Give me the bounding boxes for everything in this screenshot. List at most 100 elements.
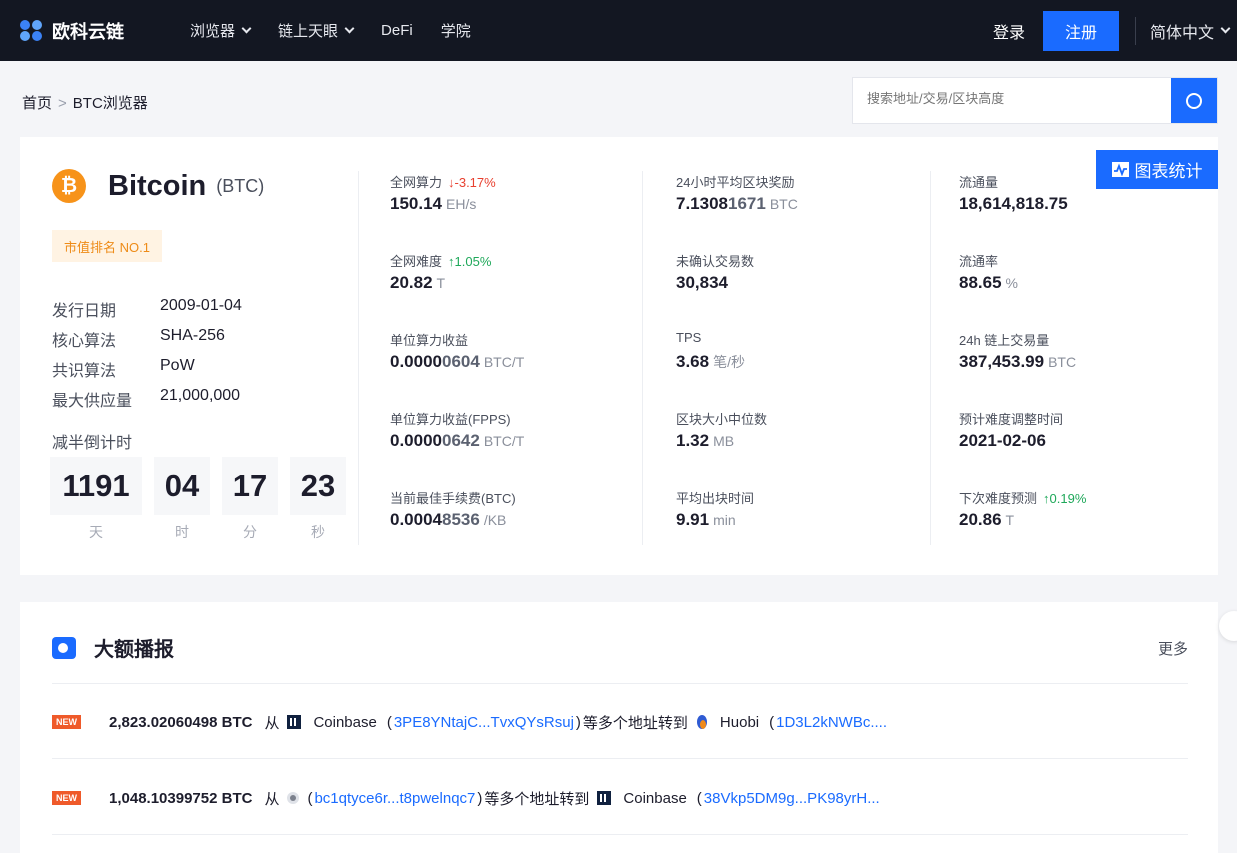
info-value: 2009-01-04 bbox=[160, 297, 242, 314]
coin-header: ₿ Bitcoin (BTC) bbox=[52, 169, 264, 203]
stat-value: 88.65% bbox=[959, 273, 1086, 293]
from-exchange: Coinbase bbox=[313, 713, 377, 731]
stat-label-text: 流通量 bbox=[959, 175, 999, 190]
breadcrumb-home[interactable]: 首页 bbox=[22, 95, 52, 112]
stat-label: 流通率 bbox=[959, 251, 1086, 269]
stat-value: 0.00000642 BTC/T bbox=[390, 431, 524, 451]
logo-text: 欧科云链 bbox=[52, 21, 124, 42]
stat-value-main: 30,834 bbox=[676, 273, 728, 292]
stat-item: TPS 3.68 笔/秒 bbox=[676, 330, 798, 409]
chevron-down-icon bbox=[241, 23, 252, 34]
search-input[interactable] bbox=[867, 91, 1157, 106]
stat-value: 1.32 MB bbox=[676, 431, 798, 451]
stat-value-main: 387,453.99 bbox=[959, 352, 1045, 371]
stat-item: 单位算力收益(FPPS) 0.00000642 BTC/T bbox=[390, 409, 524, 488]
stat-label: 流通量 bbox=[959, 172, 1086, 190]
stat-label-text: 单位算力收益(FPPS) bbox=[390, 412, 511, 427]
info-row: 发行日期 2009-01-04 bbox=[52, 297, 242, 327]
stat-label: 未确认交易数 bbox=[676, 251, 798, 269]
register-button[interactable]: 注册 bbox=[1042, 10, 1119, 51]
divider bbox=[52, 834, 1188, 835]
stat-item: 全网难度 ↑1.05% 20.82 T bbox=[390, 251, 524, 330]
stat-label: TPS bbox=[676, 330, 798, 348]
info-row: 最大供应量 21,000,000 bbox=[52, 387, 242, 417]
paren: ( bbox=[696, 789, 702, 807]
more-link[interactable]: 更多 bbox=[1158, 638, 1188, 659]
unit-second: 秒 bbox=[311, 524, 325, 540]
stat-label: 预计难度调整时间 bbox=[959, 409, 1086, 427]
to-address-link[interactable]: 1D3L2kNWBc.... bbox=[776, 714, 887, 731]
stat-value-main: 18,614,818.75 bbox=[959, 194, 1068, 213]
from-address-link[interactable]: bc1qtyce6r...t8pwelnqc7 bbox=[314, 790, 475, 807]
search-button[interactable] bbox=[1171, 78, 1217, 123]
paren: ( bbox=[769, 713, 775, 731]
nav-item-defi[interactable]: DeFi bbox=[381, 22, 413, 39]
stat-value: 0.00000604 BTC/T bbox=[390, 352, 524, 372]
stat-value-soft: 8536 bbox=[442, 510, 480, 529]
stat-label-text: 流通率 bbox=[959, 254, 999, 269]
coin-name: Bitcoin bbox=[108, 169, 207, 202]
unit-hour: 时 bbox=[175, 524, 189, 540]
stat-value: 387,453.99 BTC bbox=[959, 352, 1086, 372]
search-bar bbox=[852, 77, 1218, 124]
stat-label-text: 区块大小中位数 bbox=[676, 412, 768, 427]
stat-item: 单位算力收益 0.00000604 BTC/T bbox=[390, 330, 524, 409]
new-badge: NEW bbox=[52, 791, 81, 805]
stat-label: 单位算力收益(FPPS) bbox=[390, 409, 524, 427]
stat-label: 当前最佳手续费(BTC) bbox=[390, 488, 524, 506]
stat-value: 30,834 bbox=[676, 273, 798, 293]
logo[interactable]: 欧科云链 bbox=[20, 18, 190, 44]
info-label: 最大供应量 bbox=[52, 393, 133, 410]
chart-stats-button[interactable]: 图表统计 bbox=[1096, 150, 1218, 189]
column-divider bbox=[642, 171, 643, 545]
broadcast-icon bbox=[52, 636, 76, 659]
stat-label: 24h 链上交易量 bbox=[959, 330, 1086, 348]
floating-help-button[interactable] bbox=[1219, 611, 1237, 641]
stat-label-text: 单位算力收益 bbox=[390, 333, 469, 348]
nav-label: DeFi bbox=[381, 22, 413, 39]
transfer-amount: 1,048.10399752 BTC bbox=[109, 789, 253, 807]
chevron-down-icon bbox=[1220, 23, 1231, 34]
stat-unit: T bbox=[436, 275, 446, 291]
info-row: 核心算法 SHA-256 bbox=[52, 327, 242, 357]
huobi-icon bbox=[696, 714, 708, 730]
column-divider bbox=[930, 171, 931, 545]
stat-value: 3.68 笔/秒 bbox=[676, 352, 798, 372]
countdown-hours: 04 bbox=[154, 457, 210, 515]
to-address-link[interactable]: 38Vkp5DM9g...PK98yrH... bbox=[704, 790, 880, 807]
stat-unit: /KB bbox=[483, 512, 507, 528]
stat-unit: BTC bbox=[1048, 354, 1077, 370]
list-item[interactable]: NEW 1,048.10399752 BTC 从 ( bc1qtyce6r...… bbox=[52, 788, 880, 808]
stat-value-main: 20.86 bbox=[959, 510, 1002, 529]
nav-item-onchain-eye[interactable]: 链上天眼 bbox=[278, 20, 355, 41]
info-row: 共识算法 PoW bbox=[52, 357, 242, 387]
stat-value: 9.91 min bbox=[676, 510, 798, 530]
stat-item: 当前最佳手续费(BTC) 0.00048536/KB bbox=[390, 488, 524, 567]
coin-symbol: (BTC) bbox=[216, 175, 265, 196]
stat-item: 预计难度调整时间 2021-02-06 bbox=[959, 409, 1086, 488]
nav-item-browser[interactable]: 浏览器 bbox=[190, 20, 252, 41]
stat-item: 平均出块时间 9.91 min bbox=[676, 488, 798, 567]
coinbase-icon bbox=[287, 715, 302, 729]
stat-unit: T bbox=[1005, 512, 1015, 528]
stat-label: 平均出块时间 bbox=[676, 488, 798, 506]
rank-badge: 市值排名 NO.1 bbox=[52, 230, 162, 262]
stat-value: 150.14 EH/s bbox=[390, 194, 524, 214]
chart-stats-label: 图表统计 bbox=[1134, 162, 1203, 181]
stat-value-main: 0.0000 bbox=[390, 431, 442, 450]
halving-countdown: 1191 04 17 23 bbox=[50, 457, 358, 515]
stat-value-main: 1.32 bbox=[676, 431, 710, 450]
language-selector[interactable]: 简体中文 bbox=[1150, 19, 1231, 43]
stat-change: ↑0.19% bbox=[1043, 491, 1087, 506]
login-link[interactable]: 登录 bbox=[993, 19, 1025, 43]
broadcast-title: 大额播报 bbox=[94, 639, 174, 661]
stat-value-main: 9.91 bbox=[676, 510, 710, 529]
nav-item-academy[interactable]: 学院 bbox=[441, 20, 471, 41]
list-item[interactable]: NEW 2,823.02060498 BTC 从 Coinbase ( 3PE8… bbox=[52, 712, 887, 732]
stat-value-main: 2021-02-06 bbox=[959, 431, 1046, 450]
stat-unit: min bbox=[713, 512, 736, 528]
from-address-link[interactable]: 3PE8YNtajC...TvxQYsRsuj bbox=[394, 714, 574, 731]
transfer-amount: 2,823.02060498 BTC bbox=[109, 713, 253, 731]
paren: ) bbox=[575, 713, 581, 731]
stat-value-soft: 1671 bbox=[728, 194, 766, 213]
